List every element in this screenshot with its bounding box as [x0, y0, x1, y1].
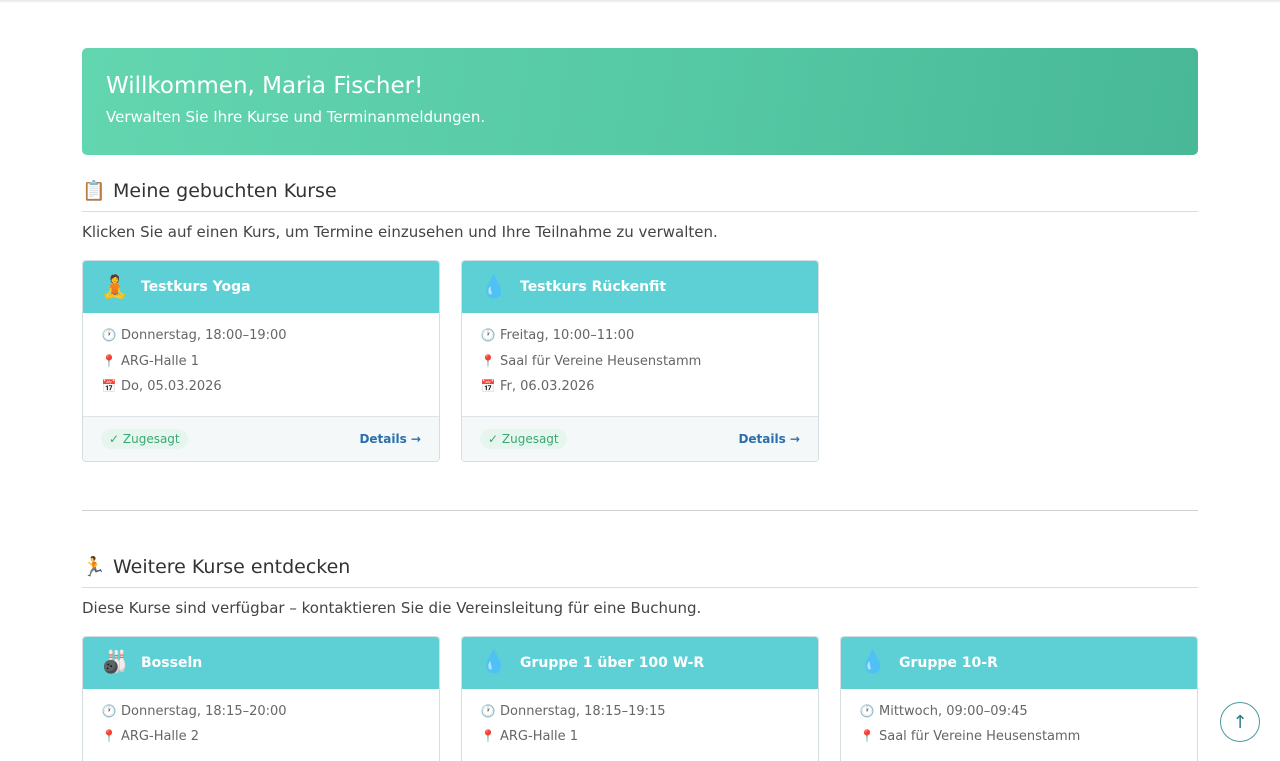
- water-drop-icon: 💧: [480, 274, 508, 300]
- course-location-text: Saal für Vereine Heusenstamm: [879, 729, 1081, 744]
- course-location: 📍 ARG-Halle 2: [101, 728, 421, 745]
- course-card[interactable]: 💧 Gruppe 1 über 100 W-R 🕐 Donnerstag, 18…: [461, 635, 819, 761]
- course-card-header: 💧 Testkurs Rückenfit: [462, 261, 818, 313]
- details-link[interactable]: Details →: [738, 432, 800, 446]
- course-title: Testkurs Rückenfit: [520, 279, 667, 295]
- course-card-body: 🕐 Donnerstag, 18:15–20:00 📍 ARG-Halle 2: [83, 689, 439, 761]
- clock-icon: 🕐: [480, 703, 496, 718]
- course-location-text: ARG-Halle 1: [121, 353, 200, 369]
- course-location-text: ARG-Halle 1: [500, 729, 579, 744]
- course-card-header: 🎳 Bosseln: [83, 636, 439, 689]
- course-date: 📅 Do, 05.03.2026: [101, 378, 421, 395]
- water-drop-icon: 💧: [480, 650, 508, 675]
- discover-title-text: Weitere Kurse entdecken: [113, 555, 351, 578]
- course-title: Testkurs Yoga: [141, 279, 251, 295]
- welcome-title: Willkommen, Maria Fischer!: [106, 73, 424, 99]
- course-time-text: Freitag, 10:00–11:00: [500, 328, 635, 343]
- course-card[interactable]: 🎳 Bosseln 🕐 Donnerstag, 18:15–20:00 📍 AR…: [82, 635, 440, 761]
- welcome-banner: Willkommen, Maria Fischer! Verwalten Sie…: [82, 48, 1198, 155]
- location-pin-icon: 📍: [101, 353, 117, 368]
- status-badge: ✓ Zugesagt: [101, 428, 188, 449]
- calendar-icon: 📅: [101, 379, 117, 393]
- course-title: Bosseln: [141, 654, 203, 671]
- runner-icon: 🏃: [82, 555, 106, 578]
- course-location: 📍 ARG-Halle 1: [101, 353, 421, 370]
- course-location: 📍 Saal für Vereine Heusenstamm: [859, 728, 1179, 745]
- course-title: Gruppe 10-R: [899, 654, 998, 671]
- course-time: 🕐 Freitag, 10:00–11:00: [480, 327, 800, 344]
- course-time-text: Donnerstag, 18:15–20:00: [121, 703, 287, 719]
- clock-icon: 🕐: [101, 703, 117, 718]
- course-card-body: 🕐 Donnerstag, 18:00–19:00 📍 ARG-Halle 1 …: [83, 313, 439, 416]
- scroll-to-top-button[interactable]: ↑: [1220, 702, 1260, 742]
- course-card-body: 🕐 Donnerstag, 18:15–19:15 📍 ARG-Halle 1: [462, 689, 818, 761]
- course-time-text: Donnerstag, 18:15–19:15: [500, 703, 666, 719]
- booked-section-title: 📋 Meine gebuchten Kurse: [82, 177, 1198, 212]
- course-date-text: Fr, 06.03.2026: [500, 379, 595, 394]
- course-card-header: 💧 Gruppe 1 über 100 W-R: [462, 636, 818, 689]
- location-pin-icon: 📍: [859, 729, 875, 743]
- location-pin-icon: 📍: [480, 353, 496, 368]
- arrow-up-icon: ↑: [1232, 711, 1248, 733]
- details-link[interactable]: Details →: [359, 432, 421, 446]
- course-time-text: Mittwoch, 09:00–09:45: [879, 703, 1028, 719]
- clipboard-icon: 📋: [82, 180, 106, 202]
- course-location: 📍 Saal für Vereine Heusenstamm: [480, 353, 800, 370]
- clock-icon: 🕐: [859, 703, 875, 718]
- yoga-icon: 🧘: [101, 274, 129, 300]
- discover-section-title: 🏃 Weitere Kurse entdecken: [82, 553, 1198, 588]
- section-divider: [82, 509, 1198, 511]
- main-content: Willkommen, Maria Fischer! Verwalten Sie…: [82, 48, 1198, 761]
- course-card-header: 💧 Gruppe 10-R: [841, 636, 1197, 689]
- water-drop-icon: 💧: [859, 650, 887, 675]
- course-location: 📍 ARG-Halle 1: [480, 728, 800, 745]
- course-location-text: ARG-Halle 2: [121, 729, 200, 744]
- course-time: 🕐 Mittwoch, 09:00–09:45: [859, 703, 1179, 720]
- booked-description: Klicken Sie auf einen Kurs, um Termine e…: [82, 223, 718, 241]
- course-time: 🕐 Donnerstag, 18:15–19:15: [480, 703, 800, 720]
- course-card-body: 🕐 Mittwoch, 09:00–09:45 📍 Saal für Verei…: [841, 689, 1197, 761]
- location-pin-icon: 📍: [480, 729, 496, 743]
- course-location-text: Saal für Vereine Heusenstamm: [500, 353, 702, 369]
- booked-course-list: 🧘 Testkurs Yoga 🕐 Donnerstag, 18:00–19:0…: [82, 260, 1198, 462]
- course-card[interactable]: 🧘 Testkurs Yoga 🕐 Donnerstag, 18:00–19:0…: [82, 260, 440, 462]
- course-title: Gruppe 1 über 100 W-R: [520, 654, 705, 671]
- welcome-subtitle: Verwalten Sie Ihre Kurse und Terminanmel…: [106, 108, 486, 126]
- clock-icon: 🕐: [101, 328, 117, 342]
- clock-icon: 🕐: [480, 328, 496, 342]
- course-date: 📅 Fr, 06.03.2026: [480, 378, 800, 395]
- course-time: 🕐 Donnerstag, 18:15–20:00: [101, 703, 421, 720]
- course-card-footer: ✓ Zugesagt Details →: [462, 415, 818, 461]
- course-card-footer: ✓ Zugesagt Details →: [83, 415, 439, 461]
- top-shadow: [0, 0, 1280, 3]
- location-pin-icon: 📍: [101, 729, 117, 743]
- discover-description: Diese Kurse sind verfügbar – kontaktiere…: [82, 598, 702, 617]
- booked-title-text: Meine gebuchten Kurse: [113, 180, 337, 202]
- course-card[interactable]: 💧 Testkurs Rückenfit 🕐 Freitag, 10:00–11…: [461, 260, 819, 462]
- bowling-icon: 🎳: [101, 650, 129, 675]
- status-badge: ✓ Zugesagt: [480, 428, 567, 449]
- course-time-text: Donnerstag, 18:00–19:00: [121, 328, 287, 343]
- discover-course-list: 🎳 Bosseln 🕐 Donnerstag, 18:15–20:00 📍 AR…: [82, 635, 1198, 761]
- course-time: 🕐 Donnerstag, 18:00–19:00: [101, 327, 421, 344]
- course-date-text: Do, 05.03.2026: [121, 379, 222, 394]
- course-card[interactable]: 💧 Gruppe 10-R 🕐 Mittwoch, 09:00–09:45 📍 …: [840, 635, 1198, 761]
- course-card-body: 🕐 Freitag, 10:00–11:00 📍 Saal für Verein…: [462, 313, 818, 416]
- course-card-header: 🧘 Testkurs Yoga: [83, 261, 439, 313]
- calendar-icon: 📅: [480, 379, 496, 393]
